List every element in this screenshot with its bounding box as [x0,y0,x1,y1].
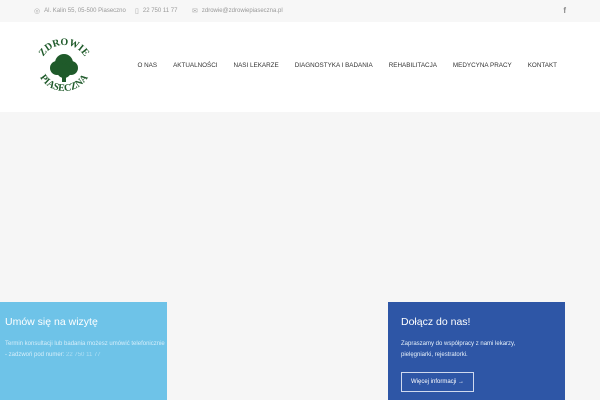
appointment-title: Umów się na wizytę [5,316,98,328]
mail-icon: ✉ [192,8,198,15]
nav-kontakt[interactable]: KONTAKT [528,62,557,69]
nav-o-nas[interactable]: O NAS [137,62,157,69]
main-nav: O NAS AKTUALNOŚCI NASI LEKARZE DIAGNOSTY… [137,62,557,69]
more-info-button[interactable]: Więcej informacji → [401,372,475,392]
phone-icon: ▯ [135,8,139,15]
location-icon: ◎ [34,8,41,15]
join-card: Dołącz do nas! Zapraszamy do współpracy … [388,302,565,400]
nav-diagnostyka[interactable]: DIAGNOSTYKA I BADANIA [295,62,373,69]
address-item: ◎ Al. Kalin 55, 05-500 Piaseczno [34,7,126,15]
appointment-card: Umów się na wizytę Termin konsultacji lu… [0,302,167,400]
address-text: Al. Kalin 55, 05-500 Piaseczno [44,8,126,14]
nav-aktualnosci[interactable]: AKTUALNOŚCI [173,62,217,69]
facebook-icon[interactable]: f [563,6,566,15]
email-text[interactable]: zdrowie@zdrowiepiaseczna.pl [202,8,283,14]
header: ZDROWIE PIASECZNA O NAS AKTUALNOŚCI NASI… [0,22,600,112]
appointment-phone-link[interactable]: 22 750 11 77 [66,352,101,358]
tree-icon [50,54,78,82]
nav-rehabilitacja[interactable]: REHABILITACJA [389,62,437,69]
join-text: Zapraszamy do współpracy z nami lekarzy,… [401,341,516,358]
phone-text[interactable]: 22 750 11 77 [143,8,178,14]
appointment-text: Termin konsultacji lub badania możesz um… [5,339,167,361]
phone-item[interactable]: ▯ 22 750 11 77 [135,7,177,15]
top-bar: ◎ Al. Kalin 55, 05-500 Piaseczno ▯ 22 750 … [0,0,600,22]
join-title: Dołącz do nas! [401,316,471,328]
nav-medycyna-pracy[interactable]: MEDYCYNA PRACY [453,62,512,69]
email-item[interactable]: ✉ zdrowie@zdrowiepiaseczna.pl [192,7,283,15]
nav-nasi-lekarze[interactable]: NASI LEKARZE [234,62,279,69]
arrow-right-icon: → [458,379,465,385]
more-info-label: Więcej informacji [411,379,457,385]
logo[interactable]: ZDROWIE PIASECZNA [30,33,98,101]
